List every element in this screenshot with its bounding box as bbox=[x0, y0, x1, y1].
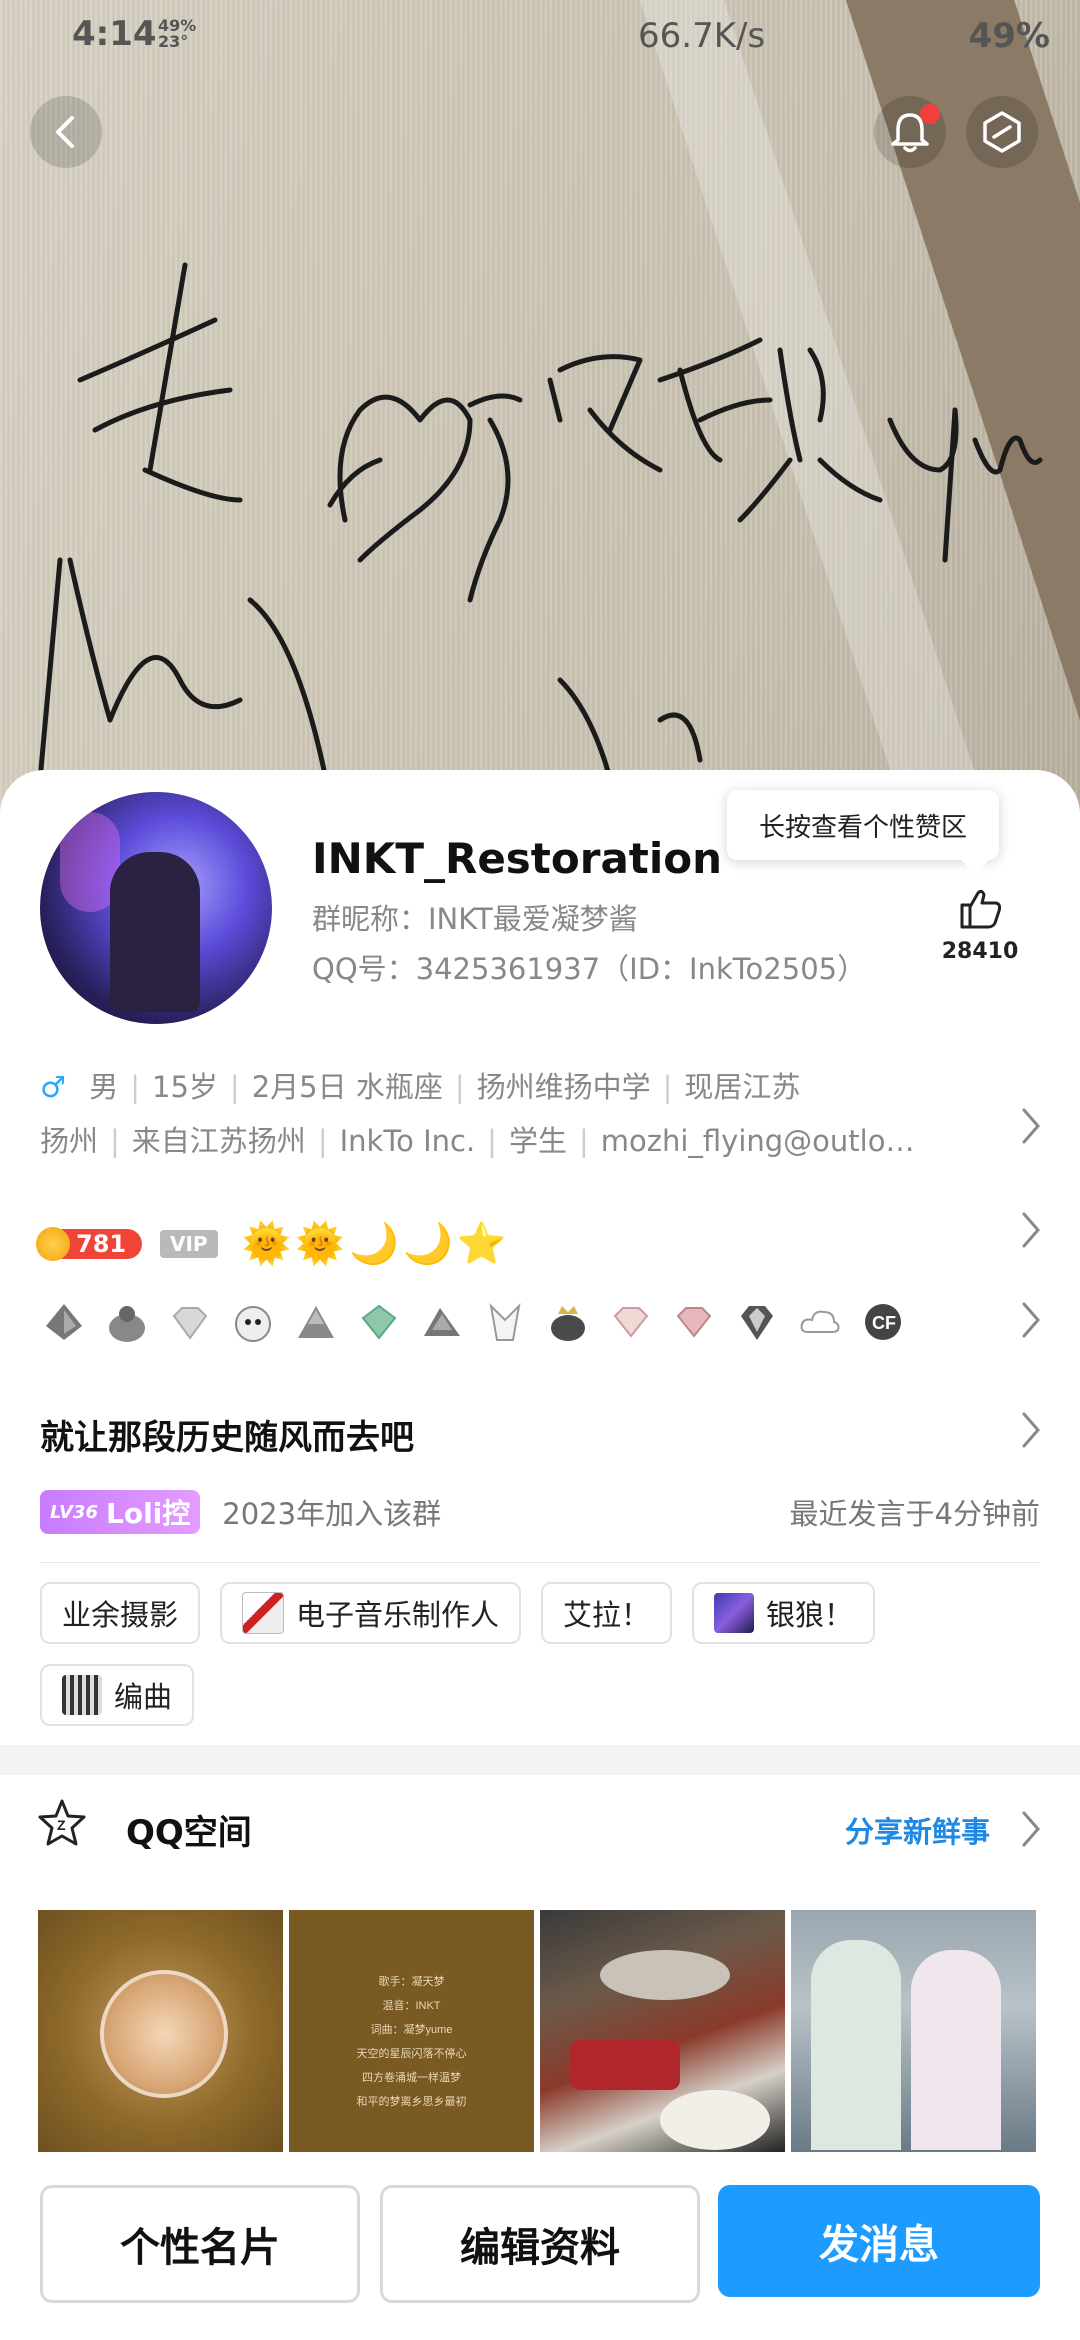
share-link[interactable]: 分享新鲜事 bbox=[845, 1809, 990, 1851]
silver-wolf-thumbnail bbox=[714, 1593, 755, 1633]
emerald-badge-icon bbox=[355, 1298, 403, 1346]
photo-cosplay[interactable] bbox=[791, 1910, 1036, 2152]
photo-hotpot[interactable] bbox=[540, 1910, 785, 2152]
tux-badge-icon bbox=[481, 1298, 529, 1346]
badge-chevron-icon[interactable] bbox=[1020, 1300, 1044, 1340]
network-speed: 66.7K/s bbox=[638, 16, 766, 56]
vip-badge: VIP bbox=[160, 1229, 218, 1258]
arrangement-thumbnail bbox=[62, 1675, 102, 1715]
male-icon: ♂ bbox=[40, 1070, 66, 1104]
divider bbox=[40, 1562, 1040, 1563]
profile-card-button[interactable]: 个性名片 bbox=[40, 2185, 360, 2303]
qzone-title: QQ空间 bbox=[126, 1813, 252, 1853]
thumbs-up-icon bbox=[960, 889, 1002, 929]
cap-badge-icon bbox=[418, 1298, 466, 1346]
interest-tags: 业余摄影 电子音乐制作人 艾拉！ 银狼！ 编曲 bbox=[40, 1582, 1050, 1746]
star-icon: Z bbox=[38, 1799, 86, 1846]
avatar[interactable] bbox=[40, 792, 272, 1024]
silver-diamond-badge-icon bbox=[733, 1298, 781, 1346]
hexagon-slash-icon bbox=[983, 111, 1021, 153]
more-button[interactable] bbox=[966, 96, 1038, 168]
diamond-badge-icon bbox=[166, 1298, 214, 1346]
crown-badge-icon bbox=[544, 1298, 592, 1346]
game-badge-2-icon bbox=[103, 1298, 151, 1346]
status-bar: 4:14 49% 23° 66.7K/s 49% bbox=[0, 0, 1080, 70]
pink-diamond-badge-icon bbox=[607, 1298, 655, 1346]
like-button[interactable]: 28410 bbox=[940, 885, 1020, 964]
bottom-action-bar: 个性名片 编辑资料 发消息 bbox=[0, 2160, 1080, 2340]
status-time: 4:14 bbox=[72, 14, 157, 54]
photo-grid: 歌手：凝天梦 混音：INKT 词曲：凝梦yume 天空的星辰闪落不停心 四方卷涌… bbox=[38, 1910, 1042, 2152]
notification-dot bbox=[920, 104, 940, 124]
coin-icon bbox=[36, 1226, 70, 1261]
tag-photography[interactable]: 业余摄影 bbox=[40, 1582, 201, 1644]
tag-silver-wolf[interactable]: 银狼！ bbox=[692, 1582, 876, 1644]
tag-aila[interactable]: 艾拉！ bbox=[541, 1582, 673, 1644]
cf-badge-icon: CF bbox=[859, 1298, 907, 1346]
profile-sheet: INKT_Restoration 群昵称：INKT最爱凝梦酱 QQ号：34253… bbox=[0, 770, 1080, 2340]
svg-text:Z: Z bbox=[57, 1817, 66, 1833]
back-button[interactable] bbox=[30, 96, 102, 168]
qq-number: QQ号：3425361937（ID：InkTo2505） bbox=[312, 952, 867, 986]
level-chevron-icon[interactable] bbox=[1020, 1210, 1044, 1250]
send-message-button[interactable]: 发消息 bbox=[718, 2185, 1040, 2297]
section-gap bbox=[0, 1745, 1080, 1775]
cloud-badge-icon bbox=[796, 1298, 844, 1346]
back-arrow-icon bbox=[56, 116, 74, 148]
group-level-row: LV36 Loli控 2023年加入该群 最近发言于4分钟前 bbox=[40, 1490, 1040, 1534]
signature-motto[interactable]: 就让那段历史随风而去吧 bbox=[40, 1410, 414, 1459]
info-chevron-icon[interactable] bbox=[1020, 1106, 1044, 1146]
game-badge-1-icon bbox=[40, 1298, 88, 1346]
likes-tooltip: 长按查看个性赞区 bbox=[727, 790, 999, 860]
level-icons: 🌞🌞🌙🌙⭐ bbox=[241, 1221, 511, 1267]
svg-text:CF: CF bbox=[872, 1313, 896, 1333]
profile-info[interactable]: ♂ 男 | 15岁 | 2月5日 水瓶座 | 扬州维扬中学 | 现居江苏 扬州 | 来自江苏扬州 | I… bbox=[40, 1060, 1000, 1168]
qzone-chevron-icon[interactable] bbox=[1020, 1809, 1044, 1849]
music-thumbnail bbox=[242, 1592, 285, 1634]
tag-arrangement[interactable]: 编曲 bbox=[40, 1664, 195, 1726]
battery-level: 49% bbox=[968, 16, 1050, 56]
notification-button[interactable] bbox=[874, 96, 946, 168]
group-level-badge: LV36 Loli控 bbox=[40, 1490, 201, 1534]
badge-row[interactable]: CF bbox=[40, 1298, 922, 1346]
mountain-badge-icon bbox=[292, 1298, 340, 1346]
coin-level: 781 bbox=[36, 1226, 142, 1261]
photo-album-cover[interactable] bbox=[38, 1910, 283, 2152]
level-row[interactable]: 781 VIP 🌞🌞🌙🌙⭐ bbox=[36, 1220, 511, 1267]
photo-song-credits[interactable]: 歌手：凝天梦 混音：INKT 词曲：凝梦yume 天空的星辰闪落不停心 四方卷涌… bbox=[289, 1910, 534, 2152]
profile-name: INKT_Restoration bbox=[312, 834, 723, 883]
status-indicators: 49% 23° bbox=[158, 16, 197, 51]
joined-text: 2023年加入该群 bbox=[222, 1497, 442, 1531]
likes-count: 28410 bbox=[941, 939, 1019, 964]
last-speak-text: 最近发言于4分钟前 bbox=[789, 1497, 1040, 1531]
ruby-badge-icon bbox=[670, 1298, 718, 1346]
tag-music-producer[interactable]: 电子音乐制作人 bbox=[220, 1582, 522, 1644]
bomb-badge-icon bbox=[229, 1298, 277, 1346]
edit-profile-button[interactable]: 编辑资料 bbox=[380, 2185, 700, 2303]
group-nickname: 群昵称：INKT最爱凝梦酱 bbox=[312, 902, 638, 936]
motto-chevron-icon[interactable] bbox=[1020, 1410, 1044, 1450]
